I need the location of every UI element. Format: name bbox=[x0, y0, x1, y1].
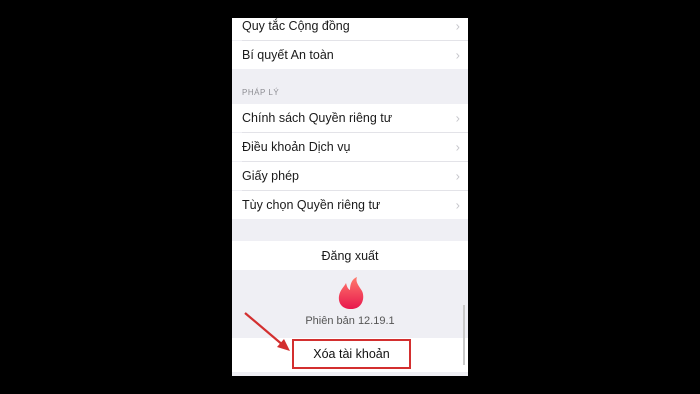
menu-item-safety-tips[interactable]: Bí quyết An toàn › bbox=[232, 41, 468, 69]
menu-item-label: Quy tắc Cộng đồng bbox=[242, 19, 350, 33]
menu-item-terms-of-service[interactable]: Điều khoản Dịch vụ › bbox=[232, 133, 468, 161]
tinder-flame-icon bbox=[338, 277, 364, 309]
menu-item-label: Giấy phép bbox=[242, 169, 299, 183]
menu-item-label: Chính sách Quyền riêng tư bbox=[242, 111, 393, 125]
delete-account-button[interactable]: Xóa tài khoản bbox=[292, 339, 411, 369]
menu-item-label: Bí quyết An toàn bbox=[242, 48, 334, 62]
menu-item-privacy-preferences[interactable]: Tùy chọn Quyền riêng tư › bbox=[232, 191, 468, 219]
chevron-right-icon: › bbox=[455, 18, 460, 34]
delete-account-label: Xóa tài khoản bbox=[313, 347, 390, 361]
chevron-right-icon: › bbox=[455, 110, 460, 126]
phone-screen: Quy tắc Cộng đồng › Bí quyết An toàn › P… bbox=[232, 18, 468, 376]
chevron-right-icon: › bbox=[455, 197, 460, 213]
menu-item-community-rules[interactable]: Quy tắc Cộng đồng › bbox=[232, 18, 468, 40]
version-text: Phiên bản 12.19.1 bbox=[305, 315, 395, 327]
scrollbar[interactable] bbox=[463, 305, 465, 365]
chevron-right-icon: › bbox=[455, 139, 460, 155]
menu-item-privacy-policy[interactable]: Chính sách Quyền riêng tư › bbox=[232, 104, 468, 132]
menu-item-label: Điều khoản Dịch vụ bbox=[242, 140, 351, 154]
chevron-right-icon: › bbox=[455, 47, 460, 63]
menu-item-label: Tùy chọn Quyền riêng tư bbox=[242, 198, 381, 212]
menu-item-licenses[interactable]: Giấy phép › bbox=[232, 162, 468, 190]
chevron-right-icon: › bbox=[455, 168, 460, 184]
section-header-legal: PHÁP LÝ bbox=[242, 88, 280, 97]
logout-button[interactable]: Đăng xuất bbox=[232, 241, 468, 270]
